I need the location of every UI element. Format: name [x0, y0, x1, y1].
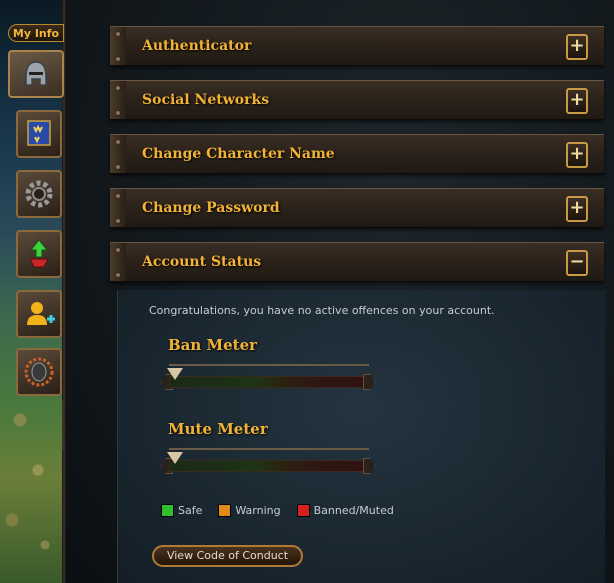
- expand-button[interactable]: +: [566, 34, 588, 60]
- section-title: Authenticator: [142, 38, 252, 54]
- expand-button[interactable]: +: [566, 88, 588, 114]
- sidebar-button-banner[interactable]: [16, 110, 62, 158]
- section-title: Change Character Name: [142, 146, 335, 162]
- section-authenticator[interactable]: Authenticator +: [110, 26, 604, 66]
- mute-meter: [161, 448, 375, 476]
- legend-item-safe: Safe: [161, 504, 202, 517]
- section-title: Change Password: [142, 200, 280, 216]
- banner-icon: [27, 120, 51, 146]
- section-social-networks[interactable]: Social Networks +: [110, 80, 604, 120]
- collapse-button[interactable]: −: [566, 250, 588, 276]
- section-change-password[interactable]: Change Password +: [110, 188, 604, 228]
- expand-button[interactable]: +: [566, 142, 588, 168]
- sidebar-button-settings[interactable]: [16, 170, 62, 218]
- view-code-of-conduct-button[interactable]: View Code of Conduct: [152, 545, 303, 567]
- gear-icon: [25, 180, 53, 208]
- legend-swatch-warning: [218, 504, 232, 517]
- helmet-icon: [25, 61, 47, 86]
- sidebar-button-upgrade[interactable]: [16, 230, 62, 278]
- sidebar-button-add-friend[interactable]: [16, 290, 62, 338]
- ban-meter-title: Ban Meter: [168, 336, 258, 354]
- account-status-panel: Congratulations, you have no active offe…: [117, 290, 605, 583]
- legend-item-banned: Banned/Muted: [296, 504, 394, 517]
- sidebar-button-helmet[interactable]: [8, 50, 64, 98]
- ban-meter: [161, 364, 375, 392]
- legend-swatch-banned: [296, 504, 310, 517]
- section-title: Account Status: [142, 254, 262, 270]
- chain-decoration: [62, 400, 74, 450]
- sidebar-button-mouse[interactable]: [16, 348, 62, 396]
- section-account-status[interactable]: Account Status −: [110, 242, 604, 282]
- mute-meter-title: Mute Meter: [168, 420, 268, 438]
- my-info-tab[interactable]: My Info: [8, 24, 64, 42]
- meter-legend: Safe Warning Banned/Muted: [161, 504, 394, 517]
- mute-meter-pointer: [167, 452, 183, 464]
- section-title: Social Networks: [142, 92, 270, 108]
- expand-button[interactable]: +: [566, 196, 588, 222]
- mouse-icon: [24, 357, 54, 387]
- section-change-character-name[interactable]: Change Character Name +: [110, 134, 604, 174]
- add-user-icon: [27, 302, 55, 325]
- upgrade-gem-icon: [29, 239, 49, 268]
- legend-swatch-safe: [161, 504, 174, 517]
- legend-item-warning: Warning: [218, 504, 281, 517]
- status-message: Congratulations, you have no active offe…: [149, 304, 495, 317]
- ban-meter-pointer: [167, 368, 183, 380]
